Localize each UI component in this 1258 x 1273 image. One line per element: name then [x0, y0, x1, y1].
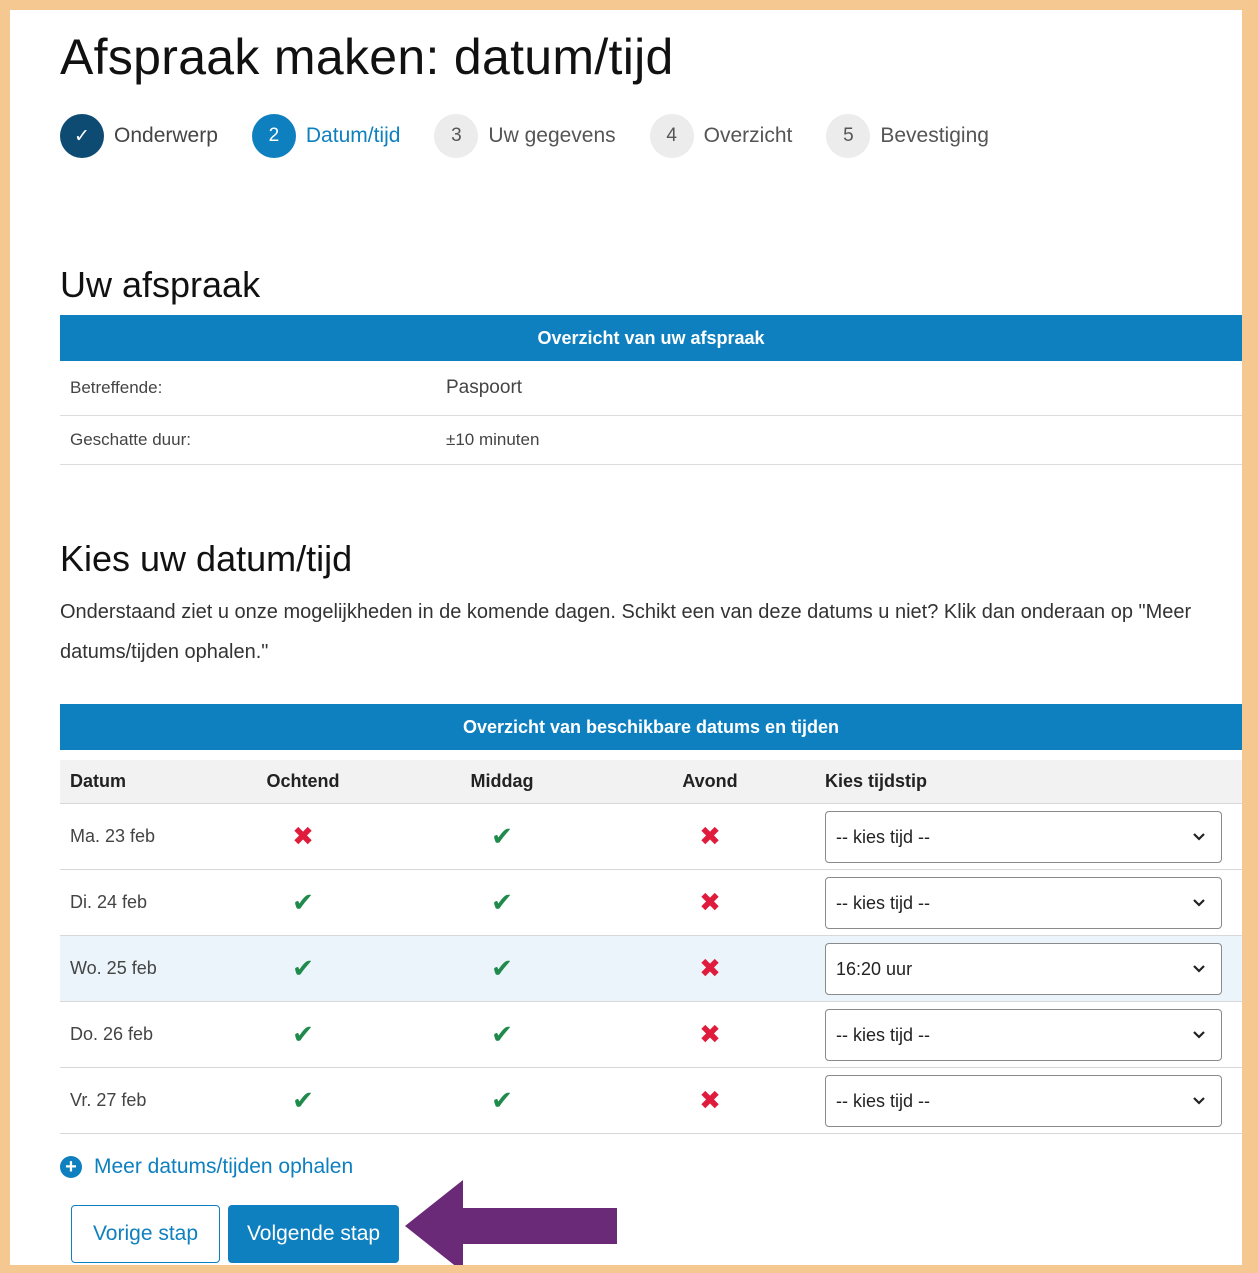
checkmark-icon: ✓: [60, 114, 104, 158]
row-date: Ma. 23 feb: [70, 826, 156, 846]
choose-heading: Kies uw datum/tijd: [60, 538, 353, 579]
time-select-value: -- kies tijd --: [836, 1024, 930, 1045]
arrow-left-icon: [405, 1180, 617, 1265]
step-bevestiging: 5 Bevestiging: [826, 114, 989, 158]
appointment-table-title: Overzicht van uw afspraak: [60, 315, 1242, 361]
step-label: Overzicht: [703, 124, 793, 147]
time-select-value: -- kies tijd --: [836, 826, 930, 847]
summary-row-duration: Geschatte duur: ±10 minuten: [60, 416, 1242, 465]
plus-circle-icon: +: [60, 1156, 82, 1178]
column-header-avond: Avond: [682, 771, 738, 791]
available-check-icon: ✔: [292, 1019, 314, 1049]
table-row: Do. 26 feb ✔ ✔ ✖ -- kies tijd --: [60, 1002, 1242, 1068]
column-header-ochtend: Ochtend: [266, 771, 340, 791]
step-overzicht: 4 Overzicht: [649, 114, 793, 158]
step-number: 5: [826, 114, 871, 158]
step-datum-tijd: 2 Datum/tijd: [251, 114, 401, 158]
chevron-down-icon: [1193, 1031, 1205, 1039]
chevron-down-icon: [1193, 833, 1205, 841]
step-onderwerp[interactable]: ✓ Onderwerp: [60, 114, 218, 158]
table-row: Vr. 27 feb ✔ ✔ ✖ -- kies tijd --: [60, 1068, 1242, 1134]
progress-stepper: ✓ Onderwerp 2 Datum/tijd 3 Uw gegevens 4…: [60, 114, 1023, 158]
available-check-icon: ✔: [491, 1019, 513, 1049]
row-date: Vr. 27 feb: [70, 1090, 147, 1110]
availability-table-title: Overzicht van beschikbare datums en tijd…: [60, 704, 1242, 750]
table-row: Di. 24 feb ✔ ✔ ✖ -- kies tijd --: [60, 870, 1242, 936]
appointment-heading: Uw afspraak: [60, 264, 261, 305]
available-check-icon: ✔: [491, 953, 513, 983]
chevron-down-icon: [1193, 1097, 1205, 1105]
available-check-icon: ✔: [292, 953, 314, 983]
row-date: Wo. 25 feb: [70, 958, 157, 978]
unavailable-cross-icon: ✖: [292, 821, 314, 851]
available-check-icon: ✔: [491, 821, 513, 851]
time-select[interactable]: -- kies tijd --: [825, 1075, 1222, 1127]
available-check-icon: ✔: [292, 1085, 314, 1115]
unavailable-cross-icon: ✖: [699, 1085, 721, 1115]
time-select-value: 16:20 uur: [836, 958, 913, 979]
step-label: Uw gegevens: [488, 124, 616, 147]
more-dates-label: Meer datums/tijden ophalen: [94, 1155, 354, 1178]
row-date: Di. 24 feb: [70, 892, 148, 912]
time-select[interactable]: -- kies tijd --: [825, 1009, 1222, 1061]
unavailable-cross-icon: ✖: [699, 1019, 721, 1049]
summary-label: Geschatte duur:: [70, 430, 191, 449]
unavailable-cross-icon: ✖: [699, 821, 721, 851]
step-number: 2: [251, 114, 296, 158]
table-row: Ma. 23 feb ✖ ✔ ✖ -- kies tijd --: [60, 804, 1242, 870]
column-header-kies-tijdstip: Kies tijdstip: [825, 771, 928, 791]
step-number: 4: [649, 114, 694, 158]
summary-label: Betreffende:: [70, 378, 163, 397]
time-select[interactable]: -- kies tijd --: [825, 877, 1222, 929]
more-dates-link[interactable]: + Meer datums/tijden ophalen: [60, 1155, 353, 1179]
summary-row-subject: Betreffende: Paspoort: [60, 361, 1242, 416]
step-label: Bevestiging: [880, 124, 989, 147]
column-header-middag: Middag: [470, 771, 534, 791]
next-step-button[interactable]: Volgende stap: [228, 1205, 399, 1263]
column-header-datum: Datum: [70, 771, 127, 791]
chevron-down-icon: [1193, 899, 1205, 907]
previous-step-button[interactable]: Vorige stap: [71, 1205, 220, 1263]
choose-intro: Onderstaand ziet u onze mogelijkheden in…: [60, 601, 1192, 663]
time-select[interactable]: 16:20 uur: [825, 943, 1222, 995]
step-number: 3: [434, 114, 479, 158]
time-select-value: -- kies tijd --: [836, 1090, 930, 1111]
page-title: Afspraak maken: datum/tijd: [60, 29, 674, 85]
step-label: Datum/tijd: [305, 124, 401, 147]
available-check-icon: ✔: [491, 887, 513, 917]
table-row: Wo. 25 feb ✔ ✔ ✖ 16:20 uur: [60, 936, 1242, 1002]
time-select[interactable]: -- kies tijd --: [825, 811, 1222, 863]
row-date: Do. 26 feb: [70, 1024, 154, 1044]
page-frame: Afspraak maken: datum/tijd ✓ Onderwerp 2…: [0, 0, 1258, 1273]
time-select-value: -- kies tijd --: [836, 892, 930, 913]
step-label: Onderwerp: [114, 124, 218, 147]
chevron-down-icon: [1193, 965, 1205, 973]
summary-value: ±10 minuten: [446, 430, 540, 449]
available-check-icon: ✔: [292, 887, 314, 917]
unavailable-cross-icon: ✖: [699, 887, 721, 917]
summary-value: Paspoort: [446, 377, 523, 398]
unavailable-cross-icon: ✖: [699, 953, 721, 983]
available-check-icon: ✔: [491, 1085, 513, 1115]
step-uw-gegevens: 3 Uw gegevens: [434, 114, 616, 158]
availability-header-row: Datum Ochtend Middag Avond Kies tijdstip: [60, 760, 1242, 804]
